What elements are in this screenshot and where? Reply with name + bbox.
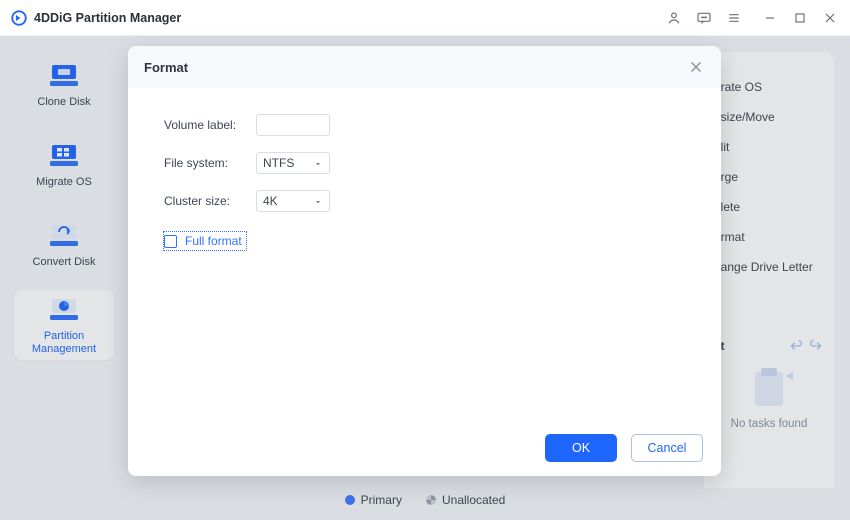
dialog-body: Volume label: File system: NTFS Cluster … [128, 88, 721, 420]
titlebar: 4DDiG Partition Manager [0, 0, 850, 36]
cancel-button-label: Cancel [648, 441, 687, 455]
file-system-label: File system: [164, 156, 256, 170]
dialog-close-button[interactable] [687, 58, 705, 76]
full-format-checkbox-row[interactable]: Full format [164, 232, 246, 250]
file-system-value: NTFS [263, 156, 294, 170]
dialog-header: Format [128, 46, 721, 88]
chevron-down-icon [313, 196, 323, 210]
menu-icon[interactable] [724, 8, 744, 28]
window-maximize-button[interactable] [790, 8, 810, 28]
user-icon[interactable] [664, 8, 684, 28]
dialog-footer: OK Cancel [128, 420, 721, 476]
cluster-size-value: 4K [263, 194, 278, 208]
cluster-size-select[interactable]: 4K [256, 190, 330, 212]
full-format-checkbox[interactable] [164, 235, 177, 248]
cancel-button[interactable]: Cancel [631, 434, 703, 462]
volume-label-label: Volume label: [164, 118, 256, 132]
format-dialog: Format Volume label: File system: NTFS C… [128, 46, 721, 476]
ok-button[interactable]: OK [545, 434, 617, 462]
chevron-down-icon [313, 158, 323, 172]
volume-label-input[interactable] [256, 114, 330, 136]
feedback-icon[interactable] [694, 8, 714, 28]
app-logo-icon [10, 9, 28, 27]
full-format-label: Full format [185, 234, 242, 248]
dialog-title: Format [144, 60, 188, 75]
file-system-select[interactable]: NTFS [256, 152, 330, 174]
window-minimize-button[interactable] [760, 8, 780, 28]
app-title: 4DDiG Partition Manager [34, 11, 181, 25]
ok-button-label: OK [572, 441, 590, 455]
cluster-size-label: Cluster size: [164, 194, 256, 208]
window-close-button[interactable] [820, 8, 840, 28]
